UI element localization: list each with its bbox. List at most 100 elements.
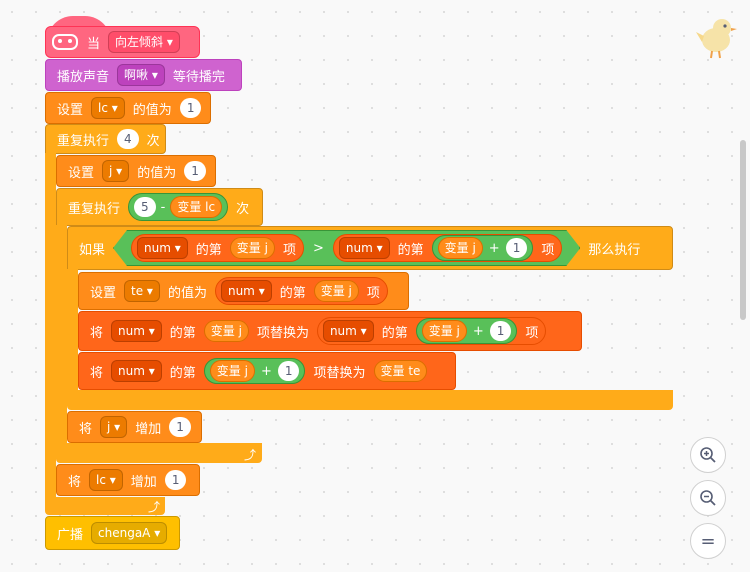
add-operator[interactable]: 变量 j + 1 — [415, 318, 518, 344]
operand-input[interactable]: 1 — [489, 321, 512, 341]
microbit-icon — [52, 34, 78, 50]
if-label: 如果 — [79, 242, 106, 258]
variable-dropdown[interactable]: j ▾ — [100, 416, 128, 438]
variable-dropdown[interactable]: lc ▾ — [89, 469, 123, 491]
zoom-out-button[interactable] — [690, 480, 726, 516]
bird-sprite-icon — [696, 19, 737, 59]
list-dropdown[interactable]: num ▾ — [137, 237, 188, 259]
zoom-out-icon — [700, 490, 716, 506]
value-label: 的值为 — [132, 102, 172, 118]
variable-reporter[interactable]: 变量 j — [203, 320, 249, 342]
set-lc-block[interactable]: 设置 lc ▾ 的值为 1 — [45, 92, 211, 124]
item-label: 项 — [366, 285, 380, 301]
variable-reporter[interactable]: 变量 j — [438, 237, 483, 259]
sound-dropdown[interactable]: 啊啾 ▾ — [117, 64, 165, 86]
set-label: 设置 — [68, 165, 95, 181]
reset-icon: = — [700, 530, 716, 552]
list-dropdown[interactable]: num ▾ — [111, 360, 162, 382]
change-j-block[interactable]: 将 j ▾ 增加 1 — [67, 411, 202, 443]
list-dropdown[interactable]: num ▾ — [322, 320, 374, 342]
value-input[interactable]: 1 — [169, 417, 191, 437]
replace-item-block[interactable]: 将 num ▾ 的第 变量 j 项替换为 num ▾ 的第 变量 j + 1 项 — [78, 311, 582, 351]
variable-reporter[interactable]: 变量 te — [373, 360, 428, 382]
hat-label: 当 — [87, 36, 101, 52]
if-arm — [67, 269, 78, 399]
of-label: 的第 — [397, 242, 424, 258]
item-label: 项 — [525, 325, 539, 341]
tilt-direction-dropdown[interactable]: 向左倾斜 ▾ — [108, 31, 180, 53]
loop-arrow-icon: ⤴ — [148, 500, 161, 514]
add-operator[interactable]: 变量 j + 1 — [203, 358, 306, 384]
set-label: 设置 — [57, 102, 84, 118]
value-input[interactable]: 1 — [164, 470, 187, 490]
repeat-inner-block[interactable]: 重复执行 5 - 变量 lc 次 — [56, 188, 263, 226]
variable-reporter[interactable]: 变量 j — [313, 280, 359, 302]
variable-dropdown[interactable]: lc ▾ — [91, 97, 125, 119]
operand-input[interactable]: 5 — [134, 197, 156, 217]
value-input[interactable]: 1 — [184, 161, 206, 181]
message-dropdown[interactable]: chengaA ▾ — [91, 522, 168, 544]
repeat-outer-block[interactable]: 重复执行 4 次 — [45, 124, 166, 154]
repeat-label: 重复执行 — [68, 201, 121, 217]
repeat-inner-foot — [56, 443, 262, 463]
list-dropdown[interactable]: num ▾ — [111, 320, 162, 342]
repeat-outer-foot — [45, 497, 165, 515]
set-te-block[interactable]: 设置 te ▾ 的值为 num ▾ 的第 变量 j 项 — [78, 272, 409, 310]
of-label: 的第 — [169, 365, 196, 381]
change-lc-block[interactable]: 将 lc ▾ 增加 1 — [56, 464, 200, 496]
by-label: 增加 — [135, 421, 162, 437]
broadcast-block[interactable]: 广播 chengaA ▾ — [45, 516, 180, 550]
item-of-list-reporter[interactable]: num ▾ 的第 变量 j + 1 项 — [333, 234, 562, 262]
greater-than-operator[interactable]: num ▾ 的第 变量 j 项 > num ▾ 的第 变量 j + 1 项 — [113, 230, 580, 266]
repeat-outer-arm — [45, 153, 56, 506]
if-foot — [67, 390, 673, 410]
variable-dropdown[interactable]: te ▾ — [124, 280, 160, 302]
replace-with-label: 项替换为 — [256, 325, 309, 341]
variable-reporter[interactable]: 变量 j — [421, 320, 467, 342]
operator-symbol: - — [160, 199, 166, 215]
operator-symbol: > — [312, 240, 324, 256]
if-block[interactable]: 如果 num ▾ 的第 变量 j 项 > num ▾ 的第 变量 j + 1 项… — [67, 226, 673, 270]
replace-with-label: 项替换为 — [313, 365, 366, 381]
by-label: 增加 — [130, 474, 157, 490]
zoom-in-icon — [700, 447, 716, 463]
variable-reporter[interactable]: 变量 j — [209, 360, 255, 382]
replace-label: 将 — [90, 365, 104, 381]
operator-symbol: + — [260, 363, 272, 379]
item-label: 项 — [541, 242, 555, 258]
list-dropdown[interactable]: num ▾ — [220, 280, 272, 302]
operand-input[interactable]: 1 — [277, 361, 300, 381]
play-sound-block[interactable]: 播放声音 啊啾 ▾ 等待播完 — [45, 59, 242, 91]
of-label: 的第 — [195, 242, 222, 258]
replace-item-block[interactable]: 将 num ▾ 的第 变量 j + 1 项替换为 变量 te — [78, 352, 456, 390]
value-label: 的值为 — [137, 165, 177, 181]
of-label: 的第 — [169, 325, 196, 341]
operand-input[interactable]: 1 — [506, 238, 528, 258]
vertical-scrollbar[interactable] — [740, 140, 746, 320]
item-of-list-reporter[interactable]: num ▾ 的第 变量 j + 1 项 — [316, 317, 547, 345]
list-dropdown[interactable]: num ▾ — [339, 237, 390, 259]
zoom-in-button[interactable] — [690, 437, 726, 473]
of-label: 的第 — [381, 325, 408, 341]
loop-arrow-icon: ⤴ — [244, 448, 257, 462]
set-j-block[interactable]: 设置 j ▾ 的值为 1 — [56, 155, 216, 187]
when-tilted-hat-block[interactable]: 当 向左倾斜 ▾ — [45, 26, 200, 58]
value-label: 的值为 — [167, 285, 207, 301]
repeat-count-input[interactable]: 4 — [117, 129, 139, 149]
subtract-operator[interactable]: 5 - 变量 lc — [128, 193, 229, 221]
replace-label: 将 — [90, 325, 104, 341]
add-operator[interactable]: 变量 j + 1 — [432, 235, 534, 261]
then-label: 那么执行 — [588, 242, 641, 258]
play-sound-label: 播放声音 — [57, 69, 110, 85]
item-label: 项 — [282, 242, 296, 258]
variable-reporter[interactable]: 变量 lc — [170, 196, 223, 218]
repeat-unit: 次 — [146, 133, 160, 149]
variable-dropdown[interactable]: j ▾ — [102, 160, 130, 182]
item-of-list-reporter[interactable]: num ▾ 的第 变量 j 项 — [214, 277, 388, 305]
item-of-list-reporter[interactable]: num ▾ 的第 变量 j 项 — [131, 234, 304, 262]
value-input[interactable]: 1 — [179, 98, 202, 118]
wait-label: 等待播完 — [172, 69, 225, 85]
zoom-reset-button[interactable]: = — [690, 523, 726, 559]
repeat-unit: 次 — [236, 201, 250, 217]
variable-reporter[interactable]: 变量 j — [230, 237, 275, 259]
